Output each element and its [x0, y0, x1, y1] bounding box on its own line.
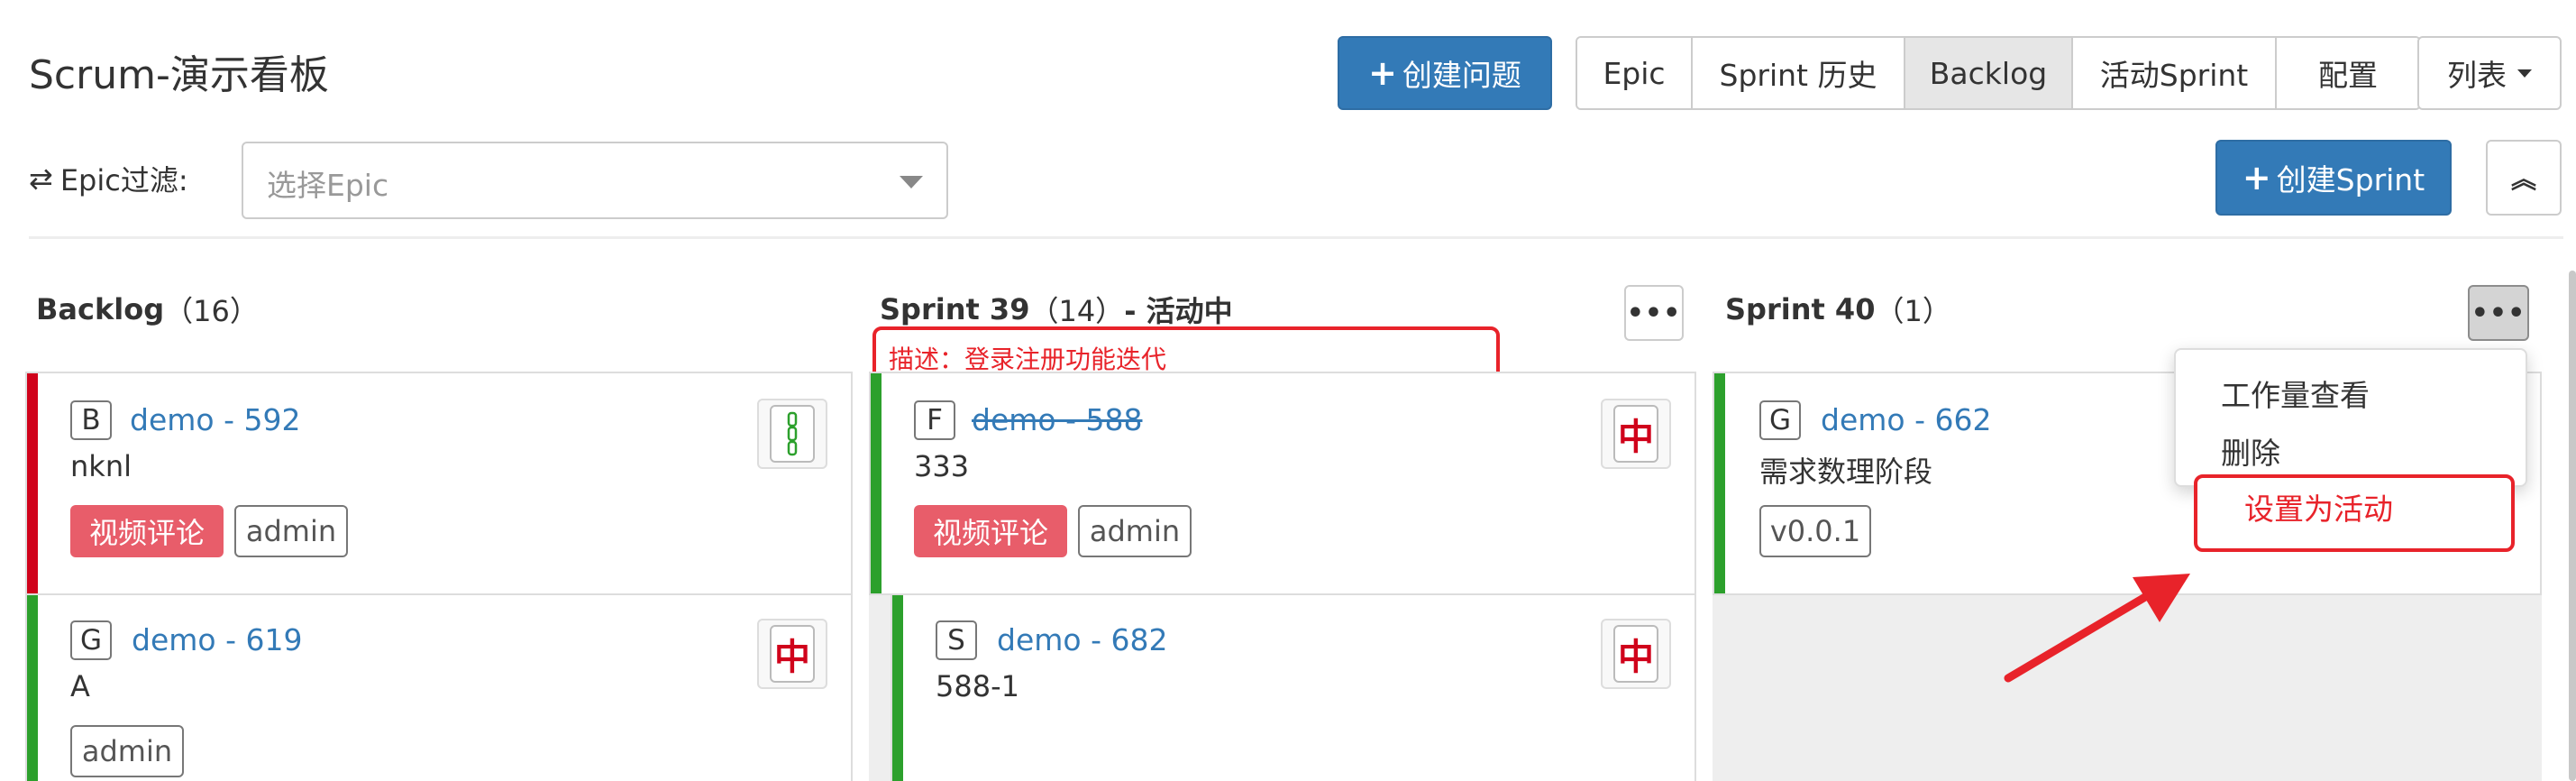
- issue-summary: 333: [914, 449, 970, 483]
- view-sprint-history-button[interactable]: Sprint 历史: [1693, 38, 1905, 108]
- backlog-header: Backlog （16）: [36, 287, 259, 332]
- sprint40-dropdown-menu: 工作量查看 删除: [2174, 348, 2527, 487]
- issue-key-link[interactable]: demo - 662: [1821, 402, 1991, 437]
- epic-filter-text: Epic过滤:: [59, 163, 188, 198]
- sprint40-title: Sprint 40: [1725, 292, 1876, 326]
- priority-indicator: [757, 399, 827, 469]
- view-switcher: Epic Sprint 历史 Backlog 活动Sprint 配置: [1576, 36, 2421, 110]
- retweet-icon: ⇄: [29, 161, 53, 196]
- caret-down-icon: [2517, 69, 2532, 78]
- sprint40-header: Sprint 40 （1）: [1725, 287, 1951, 332]
- ellipsis-icon: •••: [1626, 297, 1682, 329]
- card-priority-bar: [892, 595, 903, 781]
- page-scrollbar[interactable]: [2569, 271, 2576, 781]
- version-tag: v0.0.1: [1759, 505, 1871, 557]
- assignee-tag: admin: [70, 725, 184, 777]
- card-priority-bar: [871, 373, 882, 593]
- assignee-tag: admin: [234, 505, 348, 557]
- backlog-card-1[interactable]: B demo - 592 nknl 视频评论 admin: [25, 372, 853, 595]
- page-title: Scrum-演示看板: [29, 52, 329, 98]
- sprint39-card-1[interactable]: F demo - 588 333 视频评论 admin 中: [869, 372, 1696, 595]
- red-dragon-tile-icon: 中: [770, 625, 815, 683]
- issue-type-badge: G: [1759, 400, 1801, 440]
- issue-key-link[interactable]: demo - 588: [972, 402, 1142, 437]
- backlog-count: （16）: [164, 294, 259, 328]
- issue-type-badge: F: [914, 400, 955, 440]
- backlog-title: Backlog: [36, 292, 165, 326]
- issue-type-badge: G: [70, 620, 112, 660]
- plus-icon: +: [2242, 158, 2271, 198]
- epic-select[interactable]: 选择Epic: [242, 142, 948, 219]
- issue-summary: nknl: [70, 449, 132, 483]
- priority-indicator: 中: [1601, 399, 1671, 469]
- plus-icon: +: [1368, 53, 1397, 93]
- list-dropdown-label: 列表: [2447, 58, 2507, 93]
- view-config-button[interactable]: 配置: [2277, 38, 2419, 108]
- red-dragon-tile-icon: 中: [1613, 625, 1658, 683]
- view-epic-button[interactable]: Epic: [1577, 38, 1693, 108]
- double-chevron-up-icon: ︽: [2510, 164, 2536, 194]
- card-priority-bar: [1714, 373, 1725, 593]
- sprint39-header: Sprint 39 （14） - 活动中: [880, 287, 1233, 332]
- annotation-arrow-icon: [2004, 574, 2190, 683]
- sprint40-count: （1）: [1875, 294, 1951, 328]
- sprint39-description: 描述：登录注册功能迭代: [889, 345, 1167, 374]
- issue-key-link[interactable]: demo - 592: [130, 402, 300, 437]
- label-tag: 视频评论: [70, 505, 224, 557]
- view-backlog-button[interactable]: Backlog: [1905, 38, 2073, 108]
- issue-summary: A: [70, 669, 90, 703]
- sprint39-title: Sprint 39: [880, 292, 1030, 326]
- label-tag: 视频评论: [914, 505, 1067, 557]
- menu-item-set-active[interactable]: 设置为活动: [2244, 485, 2393, 528]
- create-sprint-button[interactable]: + 创建Sprint: [2215, 140, 2452, 216]
- sprint40-more-button[interactable]: •••: [2468, 285, 2529, 341]
- sprint39-card-2[interactable]: S demo - 682 588-1 中: [891, 593, 1696, 781]
- issue-type-badge: B: [70, 400, 112, 440]
- assignee-tag: admin: [1078, 505, 1192, 557]
- backlog-card-2[interactable]: G demo - 619 A admin 中: [25, 593, 853, 781]
- list-dropdown-button[interactable]: 列表: [2417, 36, 2562, 110]
- create-issue-label: 创建问题: [1402, 58, 1521, 93]
- epic-filter-label: ⇄ Epic过滤:: [29, 157, 188, 200]
- issue-key-link[interactable]: demo - 619: [132, 622, 302, 657]
- issue-type-badge: S: [936, 620, 977, 660]
- red-dragon-tile-icon: 中: [1613, 405, 1658, 463]
- header-divider: [29, 236, 2563, 239]
- menu-item-delete[interactable]: 删除: [2221, 429, 2280, 473]
- priority-indicator: 中: [757, 619, 827, 689]
- sprint39-more-button[interactable]: •••: [1624, 285, 1684, 341]
- issue-summary: 需求数理阶段: [1759, 455, 1933, 489]
- card-priority-bar: [27, 595, 38, 781]
- epic-select-placeholder: 选择Epic: [267, 168, 389, 203]
- dropdown-arrow-icon: [900, 176, 923, 188]
- sprint39-count: （14）: [1029, 294, 1125, 328]
- issue-summary: 588-1: [936, 669, 1019, 703]
- sprint39-status: - 活动中: [1124, 294, 1233, 328]
- menu-item-workload[interactable]: 工作量查看: [2221, 372, 2370, 415]
- view-active-sprint-button[interactable]: 活动Sprint: [2073, 38, 2277, 108]
- create-issue-button[interactable]: + 创建问题: [1338, 36, 1552, 110]
- issue-key-link[interactable]: demo - 682: [997, 622, 1167, 657]
- bamboo-tile-icon: [770, 405, 815, 463]
- card-priority-bar: [27, 373, 38, 593]
- collapse-button[interactable]: ︽: [2486, 140, 2562, 216]
- ellipsis-icon: •••: [2471, 297, 2526, 329]
- create-sprint-label: 创建Sprint: [2276, 162, 2425, 198]
- priority-indicator: 中: [1601, 619, 1671, 689]
